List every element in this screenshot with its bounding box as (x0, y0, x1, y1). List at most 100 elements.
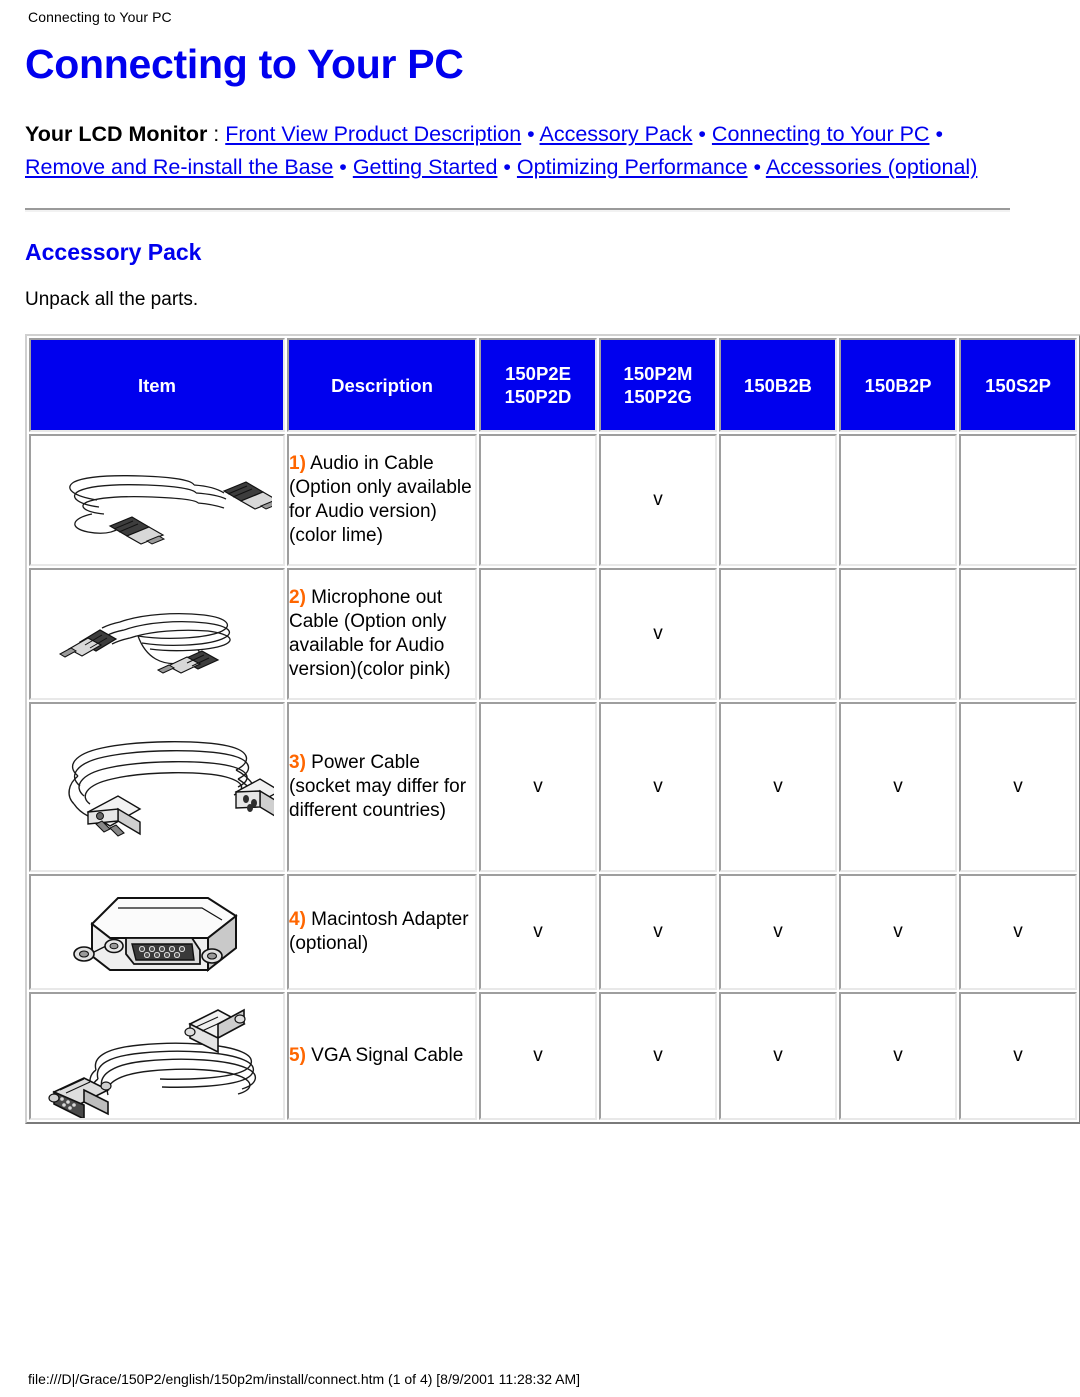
table-header-row: Item Description 150P2E 150P2D 150P2M 15… (29, 338, 1077, 432)
item-description-text: Microphone out Cable (Option only availa… (289, 587, 451, 680)
nav-link-getting-started[interactable]: Getting Started (353, 155, 498, 179)
column-header-line-2: 150P2G (624, 386, 692, 407)
audio-plug-left (58, 629, 118, 658)
check-150p2m-150p2g: v (599, 874, 717, 990)
nav-colon: : (207, 122, 226, 146)
nav-separator: • (521, 122, 540, 146)
macintosh-adapter-image (29, 874, 285, 990)
item-description: 4) Macintosh Adapter (optional) (287, 874, 477, 990)
nav-separator: • (747, 155, 766, 179)
column-header-description: Description (287, 338, 477, 432)
item-description-text: Macintosh Adapter (optional) (289, 909, 469, 954)
nav-separator: • (692, 122, 712, 146)
thumbscrew-mid (104, 938, 124, 954)
check-150s2p: v (959, 992, 1077, 1120)
column-header-line-1: 150P2M (623, 363, 693, 384)
item-number: 3) (289, 752, 306, 773)
vga-plug-bottom (48, 1077, 112, 1118)
table-header: Item Description 150P2E 150P2D 150P2M 15… (29, 338, 1077, 432)
nav-link-accessories-optional[interactable]: Accessories (optional) (766, 155, 978, 179)
table-row: 5) VGA Signal Cable v v v v v (29, 992, 1077, 1120)
check-150b2p (839, 568, 957, 700)
check-150p2m-150p2g: v (599, 702, 717, 872)
item-description-text: VGA Signal Cable (305, 1045, 464, 1066)
item-number: 5) (289, 1045, 306, 1066)
check-150p2m-150p2g: v (599, 568, 717, 700)
check-150b2p (839, 434, 957, 566)
check-150p2e-150p2d (479, 568, 597, 700)
audio-plug-left (108, 516, 166, 545)
item-description-text: Power Cable (socket may differ for diffe… (289, 752, 467, 821)
breadcrumb-navigation: Your LCD Monitor : Front View Product De… (25, 118, 1027, 184)
column-header-line-2: 150P2D (504, 386, 572, 407)
check-150b2p: v (839, 992, 957, 1120)
check-150s2p: v (959, 702, 1077, 872)
check-150p2m-150p2g: v (599, 434, 717, 566)
check-150s2p (959, 434, 1077, 566)
accessory-pack-table: Item Description 150P2E 150P2D 150P2M 15… (25, 334, 1080, 1124)
vga-signal-cable-image (29, 992, 285, 1120)
check-150b2b: v (719, 992, 837, 1120)
check-150p2m-150p2g: v (599, 992, 717, 1120)
nav-link-optimizing-performance[interactable]: Optimizing Performance (517, 155, 748, 179)
check-150b2p: v (839, 874, 957, 990)
running-header: Connecting to Your PC (28, 9, 172, 25)
audio-plug-right (156, 650, 220, 674)
document-content: Connecting to Your PC Your LCD Monitor :… (25, 36, 1080, 1124)
column-header-150p2e-150p2d: 150P2E 150P2D (479, 338, 597, 432)
document-page: Connecting to Your PC Connecting to Your… (0, 0, 1080, 1397)
section-intro-text: Unpack all the parts. (25, 289, 199, 310)
audio-in-cable-icon (69, 475, 272, 545)
column-header-150b2p: 150B2P (839, 338, 957, 432)
check-150b2b: v (719, 702, 837, 872)
check-150b2b (719, 568, 837, 700)
nav-separator: • (333, 155, 353, 179)
page-title: Connecting to Your PC (25, 41, 464, 87)
audio-in-cable-image (29, 434, 285, 566)
check-150b2b (719, 434, 837, 566)
check-150s2p: v (959, 874, 1077, 990)
power-plug-male (86, 795, 142, 837)
table-row: 1) Audio in Cable (Option only available… (29, 434, 1077, 566)
column-header-150s2p: 150S2P (959, 338, 1077, 432)
nav-separator: • (497, 155, 517, 179)
footer-file-path: file:///D|/Grace/150P2/english/150p2m/in… (28, 1371, 581, 1387)
power-cable-icon (68, 741, 274, 837)
nav-link-accessory-pack[interactable]: Accessory Pack (540, 122, 693, 146)
table-row: 2) Microphone out Cable (Option only ava… (29, 568, 1077, 700)
table-row: 3) Power Cable (socket may differ for di… (29, 702, 1077, 872)
item-description: 1) Audio in Cable (Option only available… (287, 434, 477, 566)
item-description-text: Audio in Cable (Option only available fo… (289, 453, 472, 546)
column-header-line-1: 150P2E (505, 363, 571, 384)
vga-signal-cable-icon (48, 1008, 256, 1118)
macintosh-adapter-icon (73, 897, 238, 973)
power-cable-image (29, 702, 285, 872)
column-header-item: Item (29, 338, 285, 432)
nav-separator: • (929, 122, 943, 146)
section-title-accessory-pack: Accessory Pack (25, 239, 202, 265)
item-description: 3) Power Cable (socket may differ for di… (287, 702, 477, 872)
thumbscrew-right (201, 948, 223, 964)
item-number: 4) (289, 909, 306, 930)
check-150s2p (959, 568, 1077, 700)
check-150p2e-150p2d: v (479, 702, 597, 872)
item-description: 2) Microphone out Cable (Option only ava… (287, 568, 477, 700)
column-header-150b2b: 150B2B (719, 338, 837, 432)
check-150p2e-150p2d: v (479, 874, 597, 990)
item-number: 2) (289, 587, 306, 608)
nav-lead-label: Your LCD Monitor (25, 122, 208, 146)
table-row: 4) Macintosh Adapter (optional) v v v v … (29, 874, 1077, 990)
item-number: 1) (289, 453, 306, 474)
audio-plug-right (222, 481, 272, 510)
check-150p2e-150p2d (479, 434, 597, 566)
check-150b2b: v (719, 874, 837, 990)
microphone-out-cable-icon (58, 613, 231, 674)
nav-link-remove-and-reinstall-the-base[interactable]: Remove and Re-install the Base (25, 155, 333, 179)
nav-link-front-view-product-description[interactable]: Front View Product Description (225, 122, 521, 146)
vga-plug-top (184, 1008, 246, 1054)
microphone-out-cable-image (29, 568, 285, 700)
horizontal-divider (25, 208, 1010, 212)
nav-link-connecting-to-your-pc[interactable]: Connecting to Your PC (712, 122, 930, 146)
check-150b2p: v (839, 702, 957, 872)
check-150p2e-150p2d: v (479, 992, 597, 1120)
